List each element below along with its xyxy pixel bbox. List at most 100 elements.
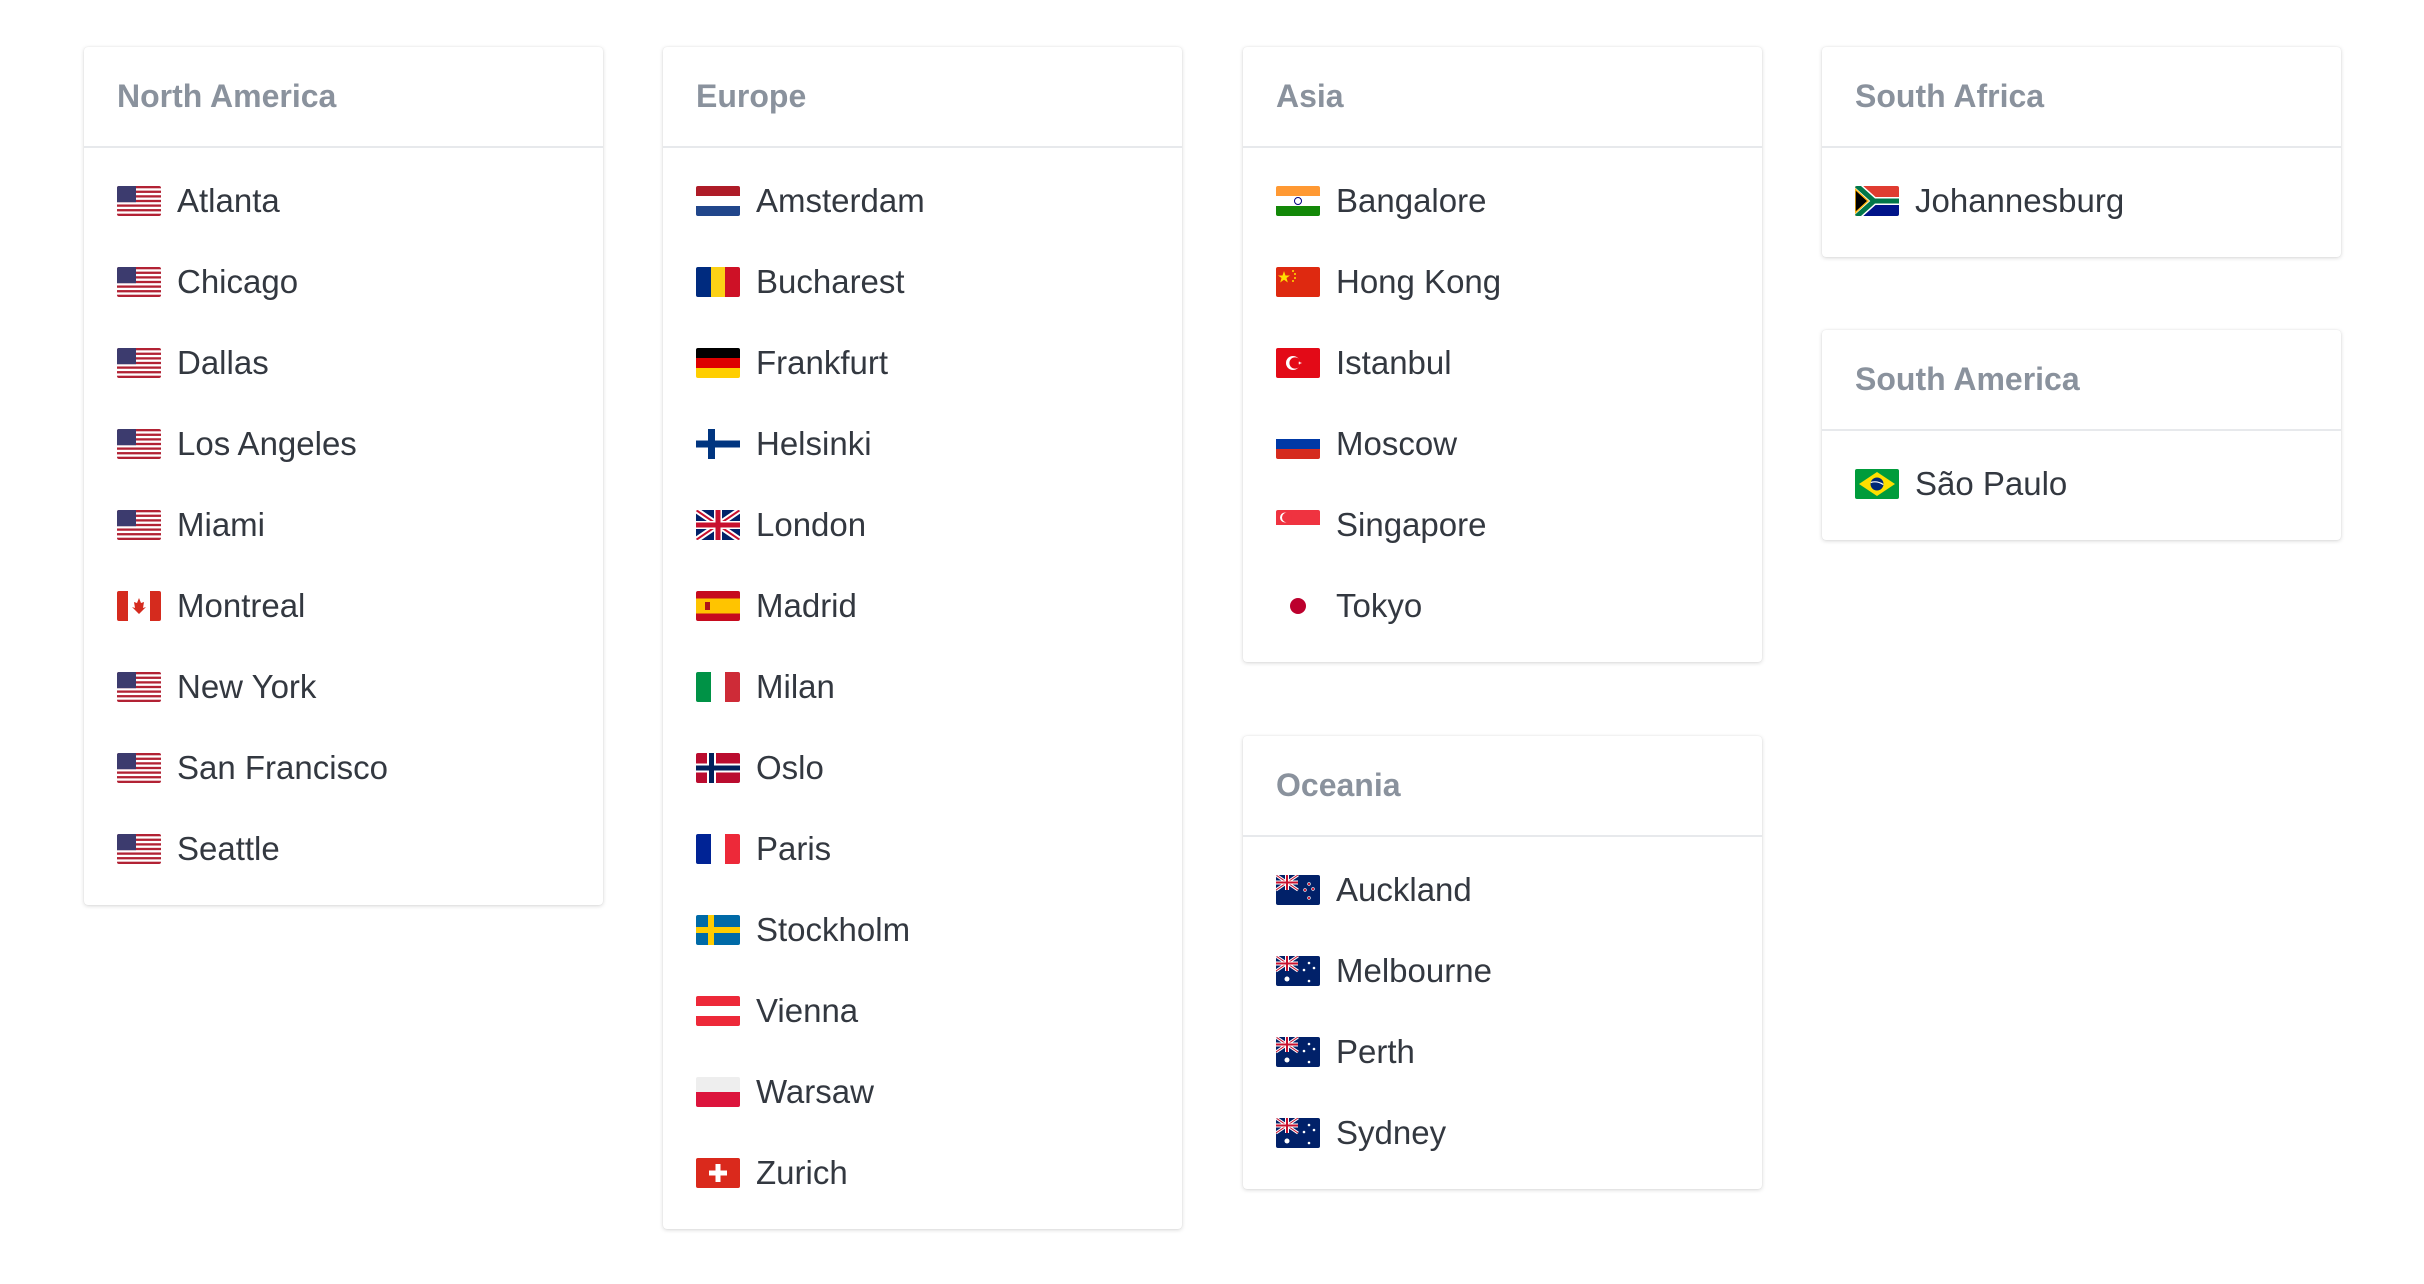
location-label: Oslo bbox=[756, 748, 824, 786]
location-label: San Francisco bbox=[177, 748, 388, 786]
region-header: North America bbox=[84, 47, 603, 148]
location-item-singapore[interactable]: Singapore bbox=[1243, 484, 1762, 565]
location-label: São Paulo bbox=[1915, 464, 2068, 502]
location-item-bucharest[interactable]: Bucharest bbox=[663, 241, 1182, 322]
region-title: North America bbox=[117, 78, 337, 114]
location-item-bangalore[interactable]: Bangalore bbox=[1243, 160, 1762, 241]
region-card-asia: Asia Bangalore Hong Kong Istanbul Moscow Sin… bbox=[1243, 47, 1762, 662]
location-label: Melbourne bbox=[1336, 951, 1492, 989]
location-item-frankfurt[interactable]: Frankfurt bbox=[663, 322, 1182, 403]
location-label: Chicago bbox=[177, 262, 299, 300]
region-card-south-america: South America São Paulo bbox=[1822, 330, 2341, 540]
location-list: Atlanta Chicago Dallas Los Angeles Miami Mont… bbox=[84, 148, 603, 905]
location-item-milan[interactable]: Milan bbox=[663, 646, 1182, 727]
flag-in-icon bbox=[1276, 185, 1320, 216]
flag-es-icon bbox=[696, 590, 740, 621]
location-item-moscow[interactable]: Moscow bbox=[1243, 403, 1762, 484]
location-label: Seattle bbox=[177, 829, 280, 867]
flag-za-icon bbox=[1855, 185, 1899, 216]
location-label: Singapore bbox=[1336, 505, 1487, 543]
region-title: Oceania bbox=[1276, 767, 1401, 803]
region-header: South Africa bbox=[1822, 47, 2341, 148]
location-label: Auckland bbox=[1336, 870, 1472, 908]
location-item-melbourne[interactable]: Melbourne bbox=[1243, 930, 1762, 1011]
location-label: Bucharest bbox=[756, 262, 905, 300]
location-label: London bbox=[756, 505, 867, 543]
flag-gb-icon bbox=[696, 509, 740, 540]
location-label: Tokyo bbox=[1336, 586, 1423, 624]
location-label: Paris bbox=[756, 829, 832, 867]
location-item-vienna[interactable]: Vienna bbox=[663, 970, 1182, 1051]
location-item-auckland[interactable]: Auckland bbox=[1243, 849, 1762, 930]
location-label: Amsterdam bbox=[756, 181, 925, 219]
flag-de-icon bbox=[696, 347, 740, 378]
location-item-warsaw[interactable]: Warsaw bbox=[663, 1051, 1182, 1132]
location-item-johannesburg[interactable]: Johannesburg bbox=[1822, 160, 2341, 241]
location-item-paris[interactable]: Paris bbox=[663, 808, 1182, 889]
location-item-sydney[interactable]: Sydney bbox=[1243, 1092, 1762, 1173]
region-title: Asia bbox=[1276, 78, 1344, 114]
location-item-stockholm[interactable]: Stockholm bbox=[663, 889, 1182, 970]
location-list: Auckland Melbourne Perth Sydney bbox=[1243, 837, 1762, 1189]
flag-tr-icon bbox=[1276, 347, 1320, 378]
location-item-s-o-paulo[interactable]: São Paulo bbox=[1822, 443, 2341, 524]
location-item-london[interactable]: London bbox=[663, 484, 1182, 565]
flag-au-icon bbox=[1276, 1117, 1320, 1148]
flag-au-icon bbox=[1276, 1036, 1320, 1067]
location-item-hong-kong[interactable]: Hong Kong bbox=[1243, 241, 1762, 322]
location-item-miami[interactable]: Miami bbox=[84, 484, 603, 565]
region-title: South America bbox=[1855, 361, 2080, 397]
location-item-tokyo[interactable]: Tokyo bbox=[1243, 565, 1762, 646]
location-item-helsinki[interactable]: Helsinki bbox=[663, 403, 1182, 484]
region-card-south-africa: South Africa Johannesburg bbox=[1822, 47, 2341, 257]
location-item-madrid[interactable]: Madrid bbox=[663, 565, 1182, 646]
location-item-chicago[interactable]: Chicago bbox=[84, 241, 603, 322]
location-label: Warsaw bbox=[756, 1072, 874, 1110]
flag-us-icon bbox=[117, 752, 161, 783]
location-item-seattle[interactable]: Seattle bbox=[84, 808, 603, 889]
flag-ch-icon bbox=[696, 1157, 740, 1188]
location-label: Hong Kong bbox=[1336, 262, 1502, 300]
location-label: Helsinki bbox=[756, 424, 872, 462]
region-header: South America bbox=[1822, 330, 2341, 431]
location-label: Frankfurt bbox=[756, 343, 889, 381]
location-item-perth[interactable]: Perth bbox=[1243, 1011, 1762, 1092]
location-label: Johannesburg bbox=[1915, 181, 2125, 219]
flag-jp-icon bbox=[1276, 590, 1320, 621]
location-item-dallas[interactable]: Dallas bbox=[84, 322, 603, 403]
location-item-atlanta[interactable]: Atlanta bbox=[84, 160, 603, 241]
location-item-san-francisco[interactable]: San Francisco bbox=[84, 727, 603, 808]
location-list: Bangalore Hong Kong Istanbul Moscow Singapor… bbox=[1243, 148, 1762, 662]
location-label: Milan bbox=[756, 667, 835, 705]
flag-ro-icon bbox=[696, 266, 740, 297]
location-item-amsterdam[interactable]: Amsterdam bbox=[663, 160, 1182, 241]
flag-au-icon bbox=[1276, 955, 1320, 986]
location-list: São Paulo bbox=[1822, 431, 2341, 540]
flag-cn-icon bbox=[1276, 266, 1320, 297]
location-label: Stockholm bbox=[756, 910, 911, 948]
region-header: Europe bbox=[663, 47, 1182, 148]
location-label: Bangalore bbox=[1336, 181, 1487, 219]
location-item-los-angeles[interactable]: Los Angeles bbox=[84, 403, 603, 484]
location-label: Perth bbox=[1336, 1032, 1415, 1070]
region-header: Oceania bbox=[1243, 736, 1762, 837]
region-title: South Africa bbox=[1855, 78, 2045, 114]
flag-us-icon bbox=[117, 509, 161, 540]
flag-nz-icon bbox=[1276, 874, 1320, 905]
flag-nl-icon bbox=[696, 185, 740, 216]
flag-ru-icon bbox=[1276, 428, 1320, 459]
location-item-istanbul[interactable]: Istanbul bbox=[1243, 322, 1762, 403]
region-title: Europe bbox=[696, 78, 807, 114]
flag-at-icon bbox=[696, 995, 740, 1026]
location-label: Los Angeles bbox=[177, 424, 357, 462]
location-item-oslo[interactable]: Oslo bbox=[663, 727, 1182, 808]
location-item-montreal[interactable]: Montreal bbox=[84, 565, 603, 646]
location-item-new-york[interactable]: New York bbox=[84, 646, 603, 727]
location-label: Moscow bbox=[1336, 424, 1458, 462]
flag-br-icon bbox=[1855, 468, 1899, 499]
location-label: Dallas bbox=[177, 343, 269, 381]
location-item-zurich[interactable]: Zurich bbox=[663, 1132, 1182, 1213]
location-label: Zurich bbox=[756, 1153, 848, 1191]
flag-us-icon bbox=[117, 266, 161, 297]
location-label: Atlanta bbox=[177, 181, 280, 219]
